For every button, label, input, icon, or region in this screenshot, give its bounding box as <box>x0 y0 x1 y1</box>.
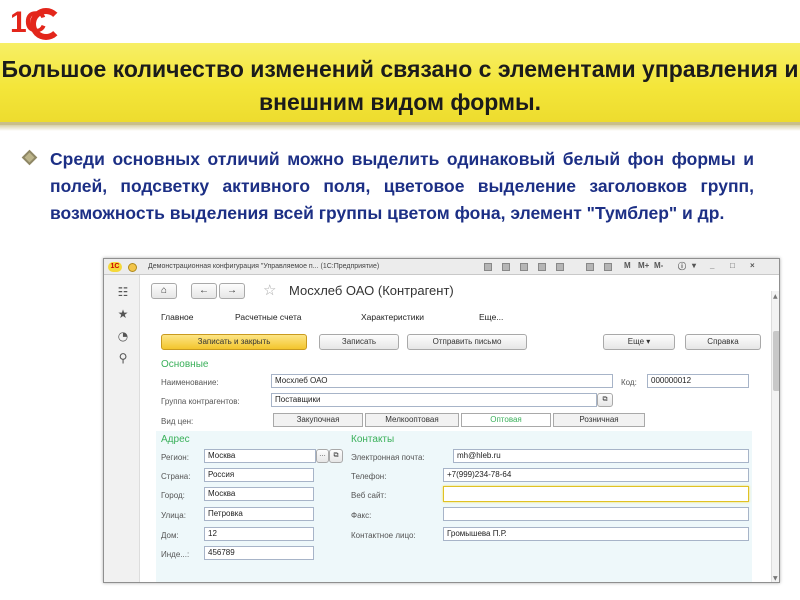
fax-field[interactable] <box>443 507 749 521</box>
toolbar-icon[interactable] <box>556 263 564 271</box>
country-field[interactable]: Россия <box>204 468 314 482</box>
street-label: Улица: <box>161 511 186 520</box>
more-label: Еще <box>627 337 645 346</box>
toolbar-icon[interactable] <box>586 263 594 271</box>
house-label: Дом: <box>161 531 179 540</box>
group-label: Группа контрагентов: <box>161 397 240 406</box>
logo-text: 1С <box>10 6 46 39</box>
price-option-small-wholesale[interactable]: Мелкооптовая <box>365 413 459 427</box>
price-option-purchase[interactable]: Закупочная <box>273 413 363 427</box>
app-logo-icon: 1С <box>108 262 122 272</box>
street-field[interactable]: Петровка <box>204 507 314 521</box>
name-field[interactable]: Мосхлеб ОАО <box>271 374 613 388</box>
forward-button[interactable]: → <box>219 283 245 299</box>
price-option-wholesale[interactable]: Оптовая <box>461 413 551 427</box>
house-field[interactable]: 12 <box>204 527 314 541</box>
vertical-scrollbar[interactable]: ▲ ▼ <box>771 291 779 582</box>
title-shadow <box>0 125 800 131</box>
toolbar-icon[interactable] <box>538 263 546 271</box>
price-tumbler: Закупочная Мелкооптовая Оптовая Рознична… <box>273 413 645 427</box>
open-link-icon[interactable]: ⧉ <box>329 449 343 463</box>
phone-label: Телефон: <box>351 472 387 481</box>
send-mail-button[interactable]: Отправить письмо <box>407 334 527 350</box>
favorites-icon[interactable]: ★ <box>116 307 130 321</box>
favorite-star-icon[interactable]: ☆ <box>263 281 276 299</box>
maximize-icon[interactable]: □ <box>730 261 735 270</box>
memory-mplus-icon[interactable]: M+ <box>638 261 649 270</box>
tab-more[interactable]: Еще... <box>479 312 503 322</box>
dropdown-icon[interactable]: ▾ <box>692 261 696 270</box>
scroll-thumb[interactable] <box>773 331 779 391</box>
bullet-diamond-icon <box>21 149 38 166</box>
group-address-title: Адрес <box>161 434 190 445</box>
search-icon[interactable]: ⚲ <box>116 351 130 365</box>
website-label: Веб сайт: <box>351 491 387 500</box>
close-icon[interactable]: × <box>750 261 755 270</box>
contact-person-label: Контактное лицо: <box>351 531 416 540</box>
slide: 1С Большое количество изменений связано … <box>0 0 800 600</box>
website-field[interactable] <box>443 486 749 502</box>
side-panel: ☷ ★ ◔ ⚲ <box>104 275 140 582</box>
history-icon[interactable]: ◔ <box>116 329 130 343</box>
toolbar-icon[interactable] <box>484 263 492 271</box>
home-icon[interactable]: ⌂ <box>151 283 177 299</box>
city-label: Город: <box>161 491 185 500</box>
bullet-text: Среди основных отличий можно выделить од… <box>50 149 754 223</box>
main-menu-icon[interactable] <box>128 263 137 272</box>
info-icon[interactable]: ⓘ <box>678 261 686 272</box>
form-content: ⌂ ← → ☆ Мосхлеб ОАО (Контрагент) Главное… <box>141 275 779 582</box>
help-button[interactable]: Справка <box>685 334 761 350</box>
contact-person-field[interactable]: Громышева П.Р. <box>443 527 749 541</box>
country-label: Страна: <box>161 472 191 481</box>
region-label: Регион: <box>161 453 189 462</box>
back-button[interactable]: ← <box>191 283 217 299</box>
city-field[interactable]: Москва <box>204 487 314 501</box>
group-contacts-title: Контакты <box>351 434 395 445</box>
phone-field[interactable]: +7(999)234-78-64 <box>443 468 749 482</box>
email-label: Электронная почта: <box>351 453 425 462</box>
form-heading: Мосхлеб ОАО (Контрагент) <box>289 283 454 298</box>
save-and-close-button[interactable]: Записать и закрыть <box>161 334 307 350</box>
more-button[interactable]: Еще ▾ <box>603 334 675 350</box>
toolbar-icon[interactable] <box>520 263 528 271</box>
tab-accounts[interactable]: Расчетные счета <box>235 312 301 322</box>
app-window: 1С Демонстрационная конфигурация "Управл… <box>103 258 780 583</box>
toolbar-icon[interactable] <box>604 263 612 271</box>
price-label: Вид цен: <box>161 417 194 426</box>
save-button[interactable]: Записать <box>319 334 399 350</box>
menu-icon[interactable]: ☷ <box>116 285 130 299</box>
1c-logo: 1С <box>10 6 74 42</box>
open-link-icon[interactable]: ⧉ <box>597 393 613 407</box>
memory-mminus-icon[interactable]: M- <box>654 261 663 270</box>
index-label: Инде...: <box>161 550 190 559</box>
scroll-up-icon[interactable]: ▲ <box>773 293 778 300</box>
minimize-icon[interactable]: _ <box>710 261 714 270</box>
price-option-retail[interactable]: Розничная <box>553 413 645 427</box>
scroll-down-icon[interactable]: ▼ <box>773 575 778 582</box>
index-field[interactable]: 456789 <box>204 546 314 560</box>
tab-main[interactable]: Главное <box>161 312 193 322</box>
code-label: Код: <box>621 378 637 387</box>
tab-characteristics[interactable]: Характеристики <box>361 312 424 322</box>
fax-label: Факс: <box>351 511 372 520</box>
window-title: Демонстрационная конфигурация "Управляем… <box>148 263 380 270</box>
memory-m-icon[interactable]: M <box>624 261 631 270</box>
select-ellipsis-icon[interactable]: … <box>316 449 329 463</box>
group-main-title: Основные <box>161 359 209 370</box>
group-field[interactable]: Поставщики <box>271 393 597 407</box>
code-field[interactable]: 000000012 <box>647 374 749 388</box>
name-label: Наименование: <box>161 378 219 387</box>
title-bar: Большое количество изменений связано с э… <box>0 43 800 125</box>
window-titlebar: 1С Демонстрационная конфигурация "Управл… <box>104 259 779 275</box>
region-field[interactable]: Москва <box>204 449 316 463</box>
slide-title: Большое количество изменений связано с э… <box>1 56 799 115</box>
email-field[interactable]: mh@hleb.ru <box>453 449 749 463</box>
toolbar-icon[interactable] <box>502 263 510 271</box>
